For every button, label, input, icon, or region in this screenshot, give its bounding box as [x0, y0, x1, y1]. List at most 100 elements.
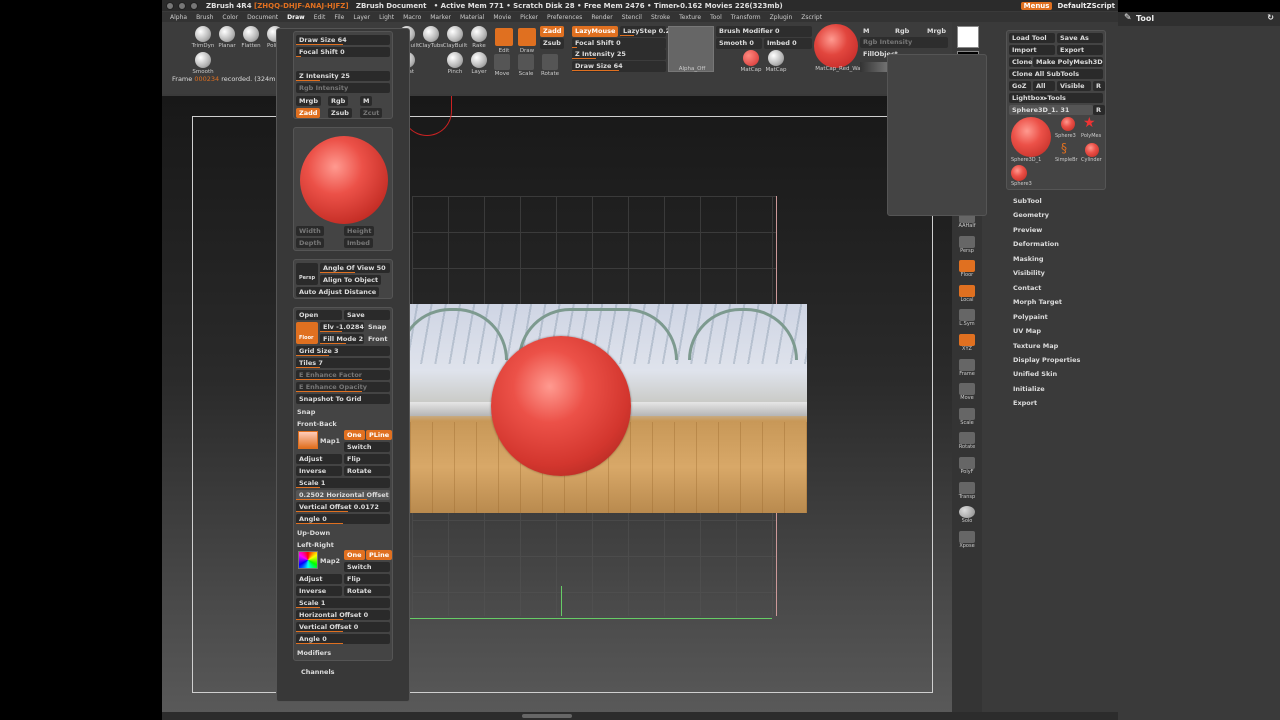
menu-movie[interactable]: Movie	[493, 14, 511, 21]
tiles-slider[interactable]: Tiles 7	[296, 358, 390, 368]
horizontal-offset-slider[interactable]: 0.2502 Horizontal Offset	[296, 490, 390, 500]
refresh-icon[interactable]: ↻	[1267, 13, 1274, 22]
tool-section-texture-map[interactable]: Texture Map	[1013, 342, 1058, 350]
brush-smooth[interactable]: Smooth	[188, 52, 218, 75]
menu-picker[interactable]: Picker	[520, 14, 538, 21]
zadd-button[interactable]: Zadd	[540, 26, 565, 37]
menu-tool[interactable]: Tool	[710, 14, 722, 21]
tool-section-deformation[interactable]: Deformation	[1013, 240, 1059, 248]
popup-draw-size-slider[interactable]: Draw Size 64	[296, 35, 390, 45]
tool-section-preview[interactable]: Preview	[1013, 226, 1042, 234]
make-polymesh3d-button[interactable]: Make PolyMesh3D	[1033, 57, 1103, 67]
snap-label[interactable]: Snap	[368, 322, 386, 332]
front-back-map-thumbnail[interactable]	[298, 431, 318, 449]
menu-file[interactable]: File	[334, 14, 344, 21]
tool-section-morph-target[interactable]: Morph Target	[1013, 298, 1062, 306]
menu-light[interactable]: Light	[379, 14, 394, 21]
draw-size-slider[interactable]: Draw Size 64	[572, 61, 666, 72]
popup-zsub-button[interactable]: Zsub	[328, 108, 352, 118]
e-enhance-opacity-slider[interactable]: E Enhance Opacity	[296, 382, 390, 392]
simplebrush-icon[interactable]: §	[1061, 141, 1067, 155]
popup-focal-shift-slider[interactable]: Focal Shift 0	[296, 47, 390, 57]
height-slider[interactable]: Height	[344, 226, 375, 236]
rotate-button[interactable]: Rotate	[535, 54, 565, 77]
tool-section-display-properties[interactable]: Display Properties	[1013, 356, 1080, 364]
modifiers-section[interactable]: Modifiers	[297, 648, 331, 658]
focal-shift-slider[interactable]: Focal Shift 0	[572, 38, 666, 49]
import-button[interactable]: Import	[1009, 45, 1055, 55]
menu-layer[interactable]: Layer	[353, 14, 370, 21]
menu-draw[interactable]: Draw	[287, 14, 305, 21]
fill-mode-slider[interactable]: Fill Mode 2	[320, 334, 364, 344]
left-right-map-thumbnail[interactable]	[298, 551, 318, 569]
lazystep-slider[interactable]: LazyStep 0.25	[620, 26, 675, 37]
menu-transform[interactable]: Transform	[731, 14, 761, 21]
tool-section-contact[interactable]: Contact	[1013, 284, 1041, 292]
shelf-floor[interactable]: Floor	[955, 260, 979, 278]
save-as-button[interactable]: Save As	[1057, 33, 1103, 43]
imbed-slider[interactable]: Imbed 0	[764, 38, 812, 49]
one-button-lr[interactable]: One	[344, 550, 365, 560]
elevation-slider[interactable]: Elv -1.0284	[320, 322, 364, 332]
inverse-button-lr[interactable]: Inverse	[296, 586, 342, 596]
scale-slider[interactable]: Scale 1	[296, 478, 390, 488]
shelf-frame[interactable]: Frame	[955, 358, 979, 377]
vertical-offset-slider-lr[interactable]: Vertical Offset 0	[296, 622, 390, 632]
shelf-polyf[interactable]: PolyF	[955, 457, 979, 475]
scale-slider-lr[interactable]: Scale 1	[296, 598, 390, 608]
front-label[interactable]: Front	[368, 334, 387, 344]
tool-section-initialize[interactable]: Initialize	[1013, 385, 1045, 393]
shelf-lsym[interactable]: L.Sym	[955, 309, 979, 327]
clone-all-subtools-button[interactable]: Clone All SubTools	[1009, 69, 1103, 79]
smooth-slider[interactable]: Smooth 0	[716, 38, 762, 49]
popup-mrgb-button[interactable]: Mrgb	[296, 96, 321, 106]
menu-texture[interactable]: Texture	[679, 14, 701, 21]
shelf-xyz[interactable]: XYZ	[955, 334, 979, 352]
tool-thumb-sphere3-small[interactable]	[1011, 165, 1027, 181]
menu-color[interactable]: Color	[222, 14, 238, 21]
tool-section-subtool[interactable]: SubTool	[1013, 197, 1042, 205]
save-button[interactable]: Save	[344, 310, 390, 320]
auto-adjust-distance-button[interactable]: Auto Adjust Distance	[296, 287, 380, 297]
popup-zadd-button[interactable]: Zadd	[296, 108, 321, 118]
brush-preview-sphere[interactable]	[300, 136, 388, 224]
tool-section-export[interactable]: Export	[1013, 399, 1037, 407]
load-tool-button[interactable]: Load Tool	[1009, 33, 1055, 43]
sphere-3d-model[interactable]	[491, 336, 631, 476]
tool-section-unified-skin[interactable]: Unified Skin	[1013, 370, 1057, 378]
default-zscript-label[interactable]: DefaultZScript	[1054, 2, 1118, 10]
width-slider[interactable]: Width	[296, 226, 324, 236]
tool-thumb-cylinder[interactable]	[1085, 143, 1099, 157]
matcap-white-button[interactable]: MatCap	[761, 50, 791, 73]
channels-section[interactable]: Channels	[301, 667, 335, 677]
menu-macro[interactable]: Macro	[403, 14, 421, 21]
tool-thumb-sphere3[interactable]	[1061, 117, 1075, 131]
inverse-button[interactable]: Inverse	[296, 466, 342, 476]
left-right-section[interactable]: Left-Right	[297, 540, 334, 550]
angle-of-view-slider[interactable]: Angle Of View 50	[320, 263, 390, 273]
adjust-button[interactable]: Adjust	[296, 454, 342, 464]
export-button[interactable]: Export	[1057, 45, 1103, 55]
edit-mode-button[interactable]	[495, 28, 513, 46]
menu-marker[interactable]: Marker	[430, 14, 451, 21]
menu-zplugin[interactable]: Zplugin	[770, 14, 793, 21]
shelf-rotate[interactable]: Rotate	[955, 432, 979, 450]
zsub-button[interactable]: Zsub	[540, 38, 564, 49]
z-intensity-slider[interactable]: Z Intensity 25	[572, 49, 666, 60]
adjust-button-lr[interactable]: Adjust	[296, 574, 342, 584]
popup-rgb-intensity-slider[interactable]: Rgb Intensity	[296, 83, 390, 93]
r-button-2[interactable]: R	[1093, 105, 1105, 115]
lazymouse-button[interactable]: LazyMouse	[572, 26, 619, 37]
snapshot-to-grid-button[interactable]: Snapshot To Grid	[296, 394, 390, 404]
window-maximize-button[interactable]	[190, 1, 198, 10]
shelf-solo[interactable]: Solo	[955, 506, 979, 524]
angle-slider-lr[interactable]: Angle 0	[296, 634, 390, 644]
up-down-section[interactable]: Up-Down	[297, 528, 330, 538]
popup-z-intensity-slider[interactable]: Z Intensity 25	[296, 71, 390, 81]
switch-button[interactable]: Switch	[344, 442, 390, 452]
imbed-popup-slider[interactable]: Imbed	[344, 238, 373, 248]
menu-alpha[interactable]: Alpha	[170, 14, 187, 21]
shelf-transp[interactable]: Transp	[955, 481, 979, 500]
flip-button[interactable]: Flip	[344, 454, 390, 464]
tool-section-masking[interactable]: Masking	[1013, 255, 1044, 263]
